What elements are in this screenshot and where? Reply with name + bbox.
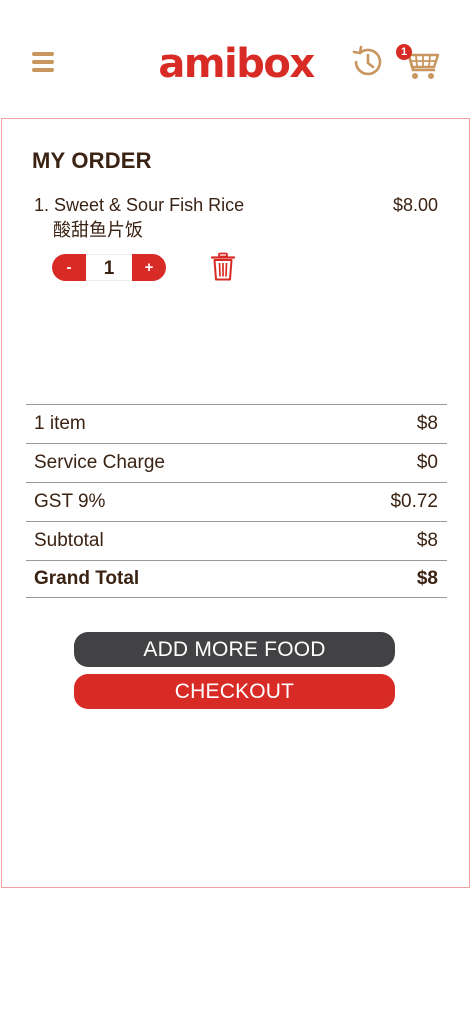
increase-quantity-button[interactable]: +	[132, 254, 166, 281]
brand-logo[interactable]: amibox	[154, 40, 318, 88]
delete-item-button[interactable]	[210, 252, 236, 282]
decrease-quantity-button[interactable]: -	[52, 254, 86, 281]
order-summary: 1 item $8 Service Charge $0 GST 9% $0.72…	[26, 404, 447, 598]
history-icon[interactable]	[350, 44, 386, 80]
summary-row-gst: GST 9% $0.72	[26, 482, 447, 521]
summary-row-subtotal: Subtotal $8	[26, 521, 447, 560]
order-item-price: $8.00	[392, 195, 438, 215]
summary-value: $8	[416, 568, 438, 589]
cart-count-badge: 1	[396, 44, 412, 60]
summary-value: $8	[416, 530, 438, 551]
summary-value: $0	[416, 452, 438, 473]
page-title: MY ORDER	[32, 148, 152, 173]
checkout-button[interactable]: CHECKOUT	[74, 674, 395, 709]
summary-row-service-charge: Service Charge $0	[26, 443, 447, 482]
app-header: amibox 1	[0, 0, 472, 118]
summary-label: 1 item	[34, 413, 86, 434]
summary-label: Grand Total	[34, 568, 140, 589]
summary-label: Subtotal	[34, 530, 104, 551]
add-more-food-button[interactable]: ADD MORE FOOD	[74, 632, 395, 667]
summary-label: Service Charge	[34, 452, 165, 473]
summary-label: GST 9%	[34, 491, 106, 512]
shopping-cart-button[interactable]: 1	[396, 42, 442, 82]
trash-icon	[210, 252, 236, 281]
summary-value: $8	[416, 413, 438, 434]
summary-value: $0.72	[390, 491, 438, 512]
order-item-name: 1. Sweet & Sour Fish Rice	[34, 195, 245, 215]
quantity-stepper: - 1 +	[52, 254, 166, 281]
summary-row-grand-total: Grand Total $8	[26, 560, 447, 598]
hamburger-menu-icon[interactable]	[32, 52, 54, 72]
summary-row-items: 1 item $8	[26, 404, 447, 443]
quantity-value: 1	[86, 254, 132, 281]
order-item-name-chinese: 酸甜鱼片饭	[53, 220, 143, 241]
